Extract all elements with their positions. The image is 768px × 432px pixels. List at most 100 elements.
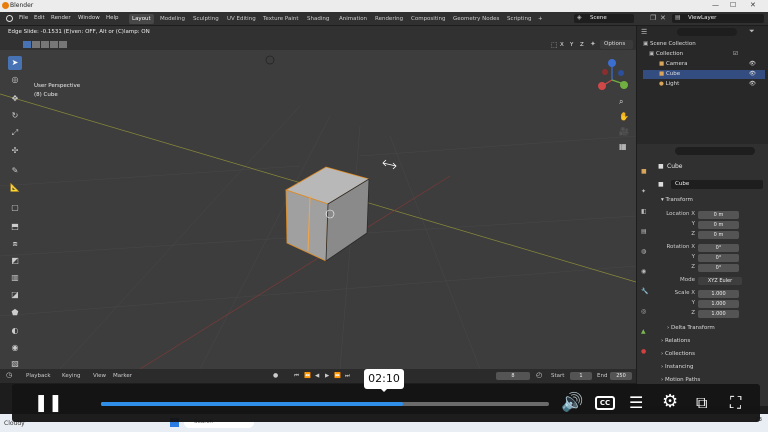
mode-extend-icon[interactable] (32, 41, 40, 48)
tab-uv-editing[interactable]: UV Editing (224, 14, 259, 24)
close-button[interactable]: ✕ (750, 1, 756, 9)
world-tab-icon[interactable]: ◉ (641, 268, 646, 275)
add-workspace-button[interactable]: + (535, 14, 546, 24)
mode-new-icon[interactable] (23, 41, 31, 48)
smooth-tool-icon[interactable]: ◉ (8, 341, 22, 355)
options-dropdown[interactable]: Options (600, 40, 633, 49)
poly-build-tool-icon[interactable]: ⬟ (8, 306, 22, 320)
relations-panel-header[interactable]: › Relations (661, 338, 690, 344)
tab-sculpting[interactable]: Sculpting (190, 14, 222, 24)
move-tool-icon[interactable]: ✥ (8, 92, 22, 106)
editor-type-icon[interactable]: ◷ (6, 371, 12, 379)
outliner-row-light[interactable]: ● Light 👁 (643, 80, 765, 89)
select-box-icon[interactable]: ➤ (8, 56, 22, 70)
tool-tab-icon[interactable]: ✦ (641, 188, 646, 195)
constraint-tab-icon[interactable]: ◎ (641, 308, 646, 315)
zoom-icon[interactable]: ⌕ (619, 97, 623, 107)
pan-hand-icon[interactable]: ✋ (619, 112, 629, 121)
tab-texture-paint[interactable]: Texture Paint (260, 14, 302, 24)
object-name-field[interactable]: Cube (671, 180, 763, 189)
rotate-tool-icon[interactable]: ↻ (8, 109, 22, 123)
spin-tool-icon[interactable]: ◐ (8, 324, 22, 338)
jump-end-icon[interactable]: ⏭ (345, 373, 350, 380)
cursor-tool-icon[interactable]: ◎ (8, 73, 22, 87)
material-tab-icon[interactable]: ● (641, 348, 646, 355)
tab-compositing[interactable]: Compositing (408, 14, 448, 24)
modifier-tab-icon[interactable]: 🔧 (641, 288, 648, 295)
tab-animation[interactable]: Animation (336, 14, 370, 24)
scene-selector[interactable]: ◈ Scene (574, 14, 634, 23)
transform-panel-header[interactable]: ▾ Transform (661, 197, 693, 203)
tab-geometry-nodes[interactable]: Geometry Nodes (450, 14, 502, 24)
start-frame-field[interactable]: 1 (570, 372, 592, 380)
outliner-row-collection[interactable]: ▣ Collection ☑ (643, 50, 765, 59)
current-frame-field[interactable]: 8 (496, 372, 530, 380)
volume-icon[interactable]: 🔊 (561, 392, 583, 414)
output-tab-icon[interactable]: ▤ (641, 228, 647, 235)
rotation-y-field[interactable]: 0° (698, 254, 739, 262)
properties-search-input[interactable] (675, 147, 755, 155)
scale-z-field[interactable]: 1.000 (698, 310, 739, 318)
menu-view[interactable]: View (93, 373, 106, 379)
transform-pivot-icon[interactable]: ⬚ (551, 41, 558, 49)
camera-view-icon[interactable]: 🎥 (619, 127, 629, 136)
bevel-tool-icon[interactable]: ◩ (8, 254, 22, 268)
tab-scripting[interactable]: Scripting (504, 14, 534, 24)
camera-visibility-icon[interactable]: 👁 (749, 60, 756, 69)
mode-invert-icon[interactable] (50, 41, 58, 48)
jump-keyframe-back-icon[interactable]: ⏪ (304, 373, 311, 379)
outliner-row-camera[interactable]: ■ Camera 👁 (643, 60, 765, 69)
render-tab-icon[interactable]: ◧ (641, 208, 647, 215)
record-icon[interactable]: ● (273, 372, 278, 379)
scene-tab-icon[interactable]: ◍ (641, 248, 646, 255)
mirror-y-toggle[interactable]: Y (570, 42, 573, 48)
mirror-x-toggle[interactable]: X (560, 42, 564, 48)
end-frame-field[interactable]: 250 (610, 372, 632, 380)
collection-checkbox-icon[interactable]: ☑ (733, 50, 738, 59)
cube-mesh[interactable] (285, 166, 370, 262)
snap-icon[interactable]: ✦ (590, 40, 596, 48)
scale-tool-icon[interactable]: ⤢ (8, 126, 22, 140)
delete-scene-icon[interactable]: ✕ (660, 14, 669, 23)
picture-in-picture-icon[interactable]: ⧉ (696, 392, 707, 414)
settings-gear-icon[interactable]: ⚙ (662, 391, 678, 413)
jump-keyframe-forward-icon[interactable]: ⏩ (334, 373, 341, 379)
outliner-search-input[interactable] (677, 28, 737, 36)
knife-tool-icon[interactable]: ◪ (8, 288, 22, 302)
outliner-row-scene-collection[interactable]: ▣ Scene Collection (643, 40, 765, 49)
navigation-gizmo[interactable] (590, 58, 634, 116)
object-tab-icon[interactable]: ■ (641, 168, 647, 175)
menu-marker[interactable]: Marker (113, 373, 132, 379)
menu-keying[interactable]: Keying (62, 373, 80, 379)
tab-shading[interactable]: Shading (304, 14, 332, 24)
tab-layout[interactable]: Layout (129, 14, 154, 24)
inset-tool-icon[interactable]: ⧈ (8, 237, 22, 251)
tab-modeling[interactable]: Modeling (157, 14, 188, 24)
fullscreen-icon[interactable]: ⛶ (730, 392, 741, 414)
tab-rendering[interactable]: Rendering (372, 14, 406, 24)
add-cube-tool-icon[interactable]: ▢ (8, 201, 22, 215)
jump-start-icon[interactable]: ⏮ (294, 373, 299, 380)
scale-x-field[interactable]: 1.000 (698, 290, 739, 298)
transcript-search-icon[interactable]: ☰ (629, 392, 643, 414)
seek-bar[interactable] (101, 402, 549, 406)
measure-tool-icon[interactable]: 📐 (8, 181, 22, 195)
loop-cut-tool-icon[interactable]: ▥ (8, 271, 22, 285)
mode-intersect-icon[interactable] (59, 41, 67, 48)
menu-window[interactable]: Window (78, 15, 100, 21)
pause-icon[interactable]: ❚❚ (34, 392, 63, 414)
view-layer-selector[interactable]: ▤ ViewLayer (672, 14, 764, 23)
rotation-x-field[interactable]: 0° (698, 244, 739, 252)
outliner-row-cube[interactable]: ■ Cube 👁 (643, 70, 765, 79)
outliner-funnel-icon[interactable]: ⏷ (749, 27, 755, 36)
location-x-field[interactable]: 0 m (698, 211, 739, 219)
delta-transform-header[interactable]: › Delta Transform (667, 325, 715, 331)
rotation-mode-dropdown[interactable]: XYZ Euler (698, 277, 742, 285)
mode-subtract-icon[interactable] (41, 41, 49, 48)
cube-visibility-icon[interactable]: 👁 (749, 70, 756, 79)
menu-edit[interactable]: Edit (34, 15, 45, 21)
collections-panel-header[interactable]: › Collections (661, 351, 695, 357)
menu-render[interactable]: Render (51, 15, 71, 21)
ortho-grid-icon[interactable]: ▦ (619, 142, 627, 151)
light-visibility-icon[interactable]: 👁 (749, 80, 756, 89)
